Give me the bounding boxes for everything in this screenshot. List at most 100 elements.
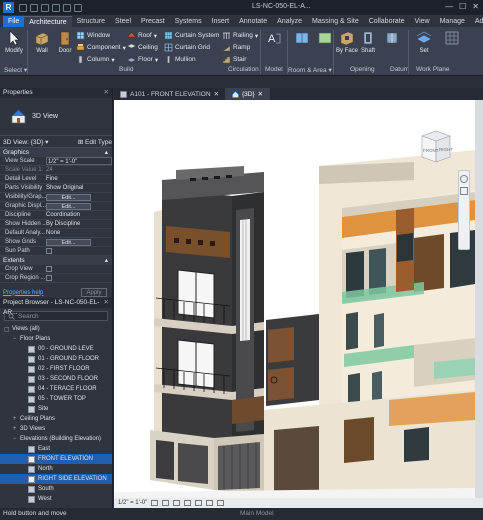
chevron-down-icon[interactable]: ▾ xyxy=(154,32,157,40)
close-icon[interactable]: ✕ xyxy=(104,88,109,98)
view-tab-front-elevation[interactable]: A101 - FRONT ELEVATION ✕ xyxy=(114,88,227,100)
edit-type-button[interactable]: ⊞ Edit Type xyxy=(78,138,112,146)
tree-toggle-icon[interactable]: − xyxy=(12,336,17,342)
panel-label-room-area[interactable]: Room & Area ▾ xyxy=(288,66,332,74)
curtain-system-button[interactable]: Curtain System xyxy=(164,30,219,41)
section-extents[interactable]: Extents ▴ xyxy=(0,256,112,265)
tree-toggle-icon[interactable]: − xyxy=(12,436,17,442)
sync-icon[interactable] xyxy=(41,3,49,12)
wall-opening-button[interactable] xyxy=(380,30,404,48)
tree-view-item[interactable]: 04 - TERACE FLOOR xyxy=(0,384,112,394)
model-text-button[interactable]: A xyxy=(262,30,286,48)
tree-view-item[interactable]: South xyxy=(0,484,112,494)
property-row[interactable]: Visibility/Grap... Edit... xyxy=(0,193,112,202)
tree-view-item[interactable]: 05 - TOWER TOP xyxy=(0,394,112,404)
tab-architecture[interactable]: Architecture xyxy=(24,16,72,27)
open-icon[interactable] xyxy=(19,3,27,12)
tab-collaborate[interactable]: Collaborate xyxy=(364,16,410,27)
tree-view-item[interactable]: FRONT ELEVATION xyxy=(0,454,112,464)
tree-view-item[interactable]: Site xyxy=(0,404,112,414)
visual-style-icon[interactable] xyxy=(162,500,170,506)
door-button[interactable]: Door xyxy=(53,30,77,54)
set-work-plane-button[interactable]: Set xyxy=(412,30,436,54)
shadows-icon[interactable] xyxy=(184,500,192,506)
sun-path-icon[interactable] xyxy=(173,500,181,506)
tree-view-item[interactable]: 01 - GROUND FLOOR xyxy=(0,354,112,364)
property-row[interactable]: Default Analy... None xyxy=(0,229,112,238)
type-selector[interactable]: 3D View xyxy=(0,98,112,136)
tab-annotate[interactable]: Annotate xyxy=(234,16,272,27)
section-graphics[interactable]: Graphics ▴ xyxy=(0,148,112,157)
tree-group-item[interactable]: − Elevations (Building Elevation) xyxy=(0,434,112,444)
tree-group-item[interactable]: +3D Views xyxy=(0,424,112,434)
view-instance-dropdown[interactable]: 3D View: {3D} ▾ xyxy=(3,138,75,146)
show-work-plane-button[interactable] xyxy=(440,30,464,48)
crop-view-icon[interactable] xyxy=(206,500,214,506)
view-scale[interactable]: 1/2" = 1'-0" xyxy=(118,500,147,506)
tree-view-item[interactable]: 03 - SECOND FLOOR xyxy=(0,374,112,384)
tree-group-item[interactable]: + Ceiling Plans xyxy=(0,414,112,424)
print-icon[interactable] xyxy=(74,3,82,12)
roof-button[interactable]: Roof ▾ xyxy=(127,30,157,41)
apply-button[interactable]: Apply xyxy=(81,288,107,297)
property-row[interactable]: Show Hidden ... By Discipline xyxy=(0,220,112,229)
active-model[interactable]: Main Model xyxy=(240,508,274,520)
railing-button[interactable]: Railing ▾ xyxy=(222,30,258,41)
ceiling-button[interactable]: Ceiling xyxy=(127,42,158,53)
steering-wheel-icon[interactable] xyxy=(460,175,468,183)
modify-button[interactable]: Modify xyxy=(2,30,26,54)
tree-group-item[interactable]: ▢ Views (all) xyxy=(0,324,112,334)
tab-manage[interactable]: Manage xyxy=(435,16,470,27)
save-icon[interactable] xyxy=(30,3,38,12)
shaft-button[interactable]: Shaft xyxy=(356,30,380,54)
tree-group-item[interactable]: − Floor Plans xyxy=(0,334,112,344)
show-grids-edit-button[interactable]: Edit... xyxy=(46,239,91,246)
3d-viewport[interactable]: FRONT RIGHT xyxy=(114,100,475,498)
property-row[interactable]: Show Grids Edit... xyxy=(0,238,112,247)
tab-systems[interactable]: Systems xyxy=(170,16,207,27)
tab-insert[interactable]: Insert xyxy=(207,16,235,27)
undo-icon[interactable] xyxy=(52,3,60,12)
property-row[interactable]: Discipline Coordination xyxy=(0,211,112,220)
close-button[interactable]: ✕ xyxy=(472,2,479,11)
browser-search-input[interactable]: Search xyxy=(4,311,108,321)
window-button[interactable]: Window xyxy=(76,30,110,41)
crop-view-checkbox[interactable] xyxy=(46,266,52,272)
property-row[interactable]: Sun Path xyxy=(0,247,112,256)
tab-analyze[interactable]: Analyze xyxy=(272,16,307,27)
property-row[interactable]: Parts Visibility Show Original xyxy=(0,184,112,193)
visibility-graphics-edit-button[interactable]: Edit... xyxy=(46,194,91,201)
tab-view[interactable]: View xyxy=(410,16,435,27)
component-button[interactable]: Component ▾ xyxy=(76,42,126,53)
close-icon[interactable]: ✕ xyxy=(104,298,109,308)
panel-label-select[interactable]: Select ▾ xyxy=(4,66,27,74)
tab-file[interactable]: File xyxy=(3,16,25,27)
mullion-button[interactable]: Mullion xyxy=(164,54,196,65)
revit-logo-icon[interactable]: R xyxy=(3,2,14,13)
property-row[interactable]: Detail Level Fine xyxy=(0,175,112,184)
chevron-down-icon[interactable]: ▾ xyxy=(255,32,258,40)
property-row[interactable]: Crop Region ... xyxy=(0,274,112,283)
tab-add-ins[interactable]: Add-Ins xyxy=(470,16,483,27)
tree-view-item[interactable]: RIGHT SIDE ELEVATION xyxy=(0,474,112,484)
chevron-down-icon[interactable]: ▾ xyxy=(123,44,126,52)
render-icon[interactable] xyxy=(195,500,203,506)
tree-view-item[interactable]: 00 - GROUND LEVE xyxy=(0,344,112,354)
property-row[interactable]: Crop View xyxy=(0,265,112,274)
tab-massing-site[interactable]: Massing & Site xyxy=(307,16,364,27)
properties-help-link[interactable]: Properties help xyxy=(3,290,43,296)
floor-button[interactable]: Floor ▾ xyxy=(127,54,158,65)
tree-toggle-icon[interactable]: ▢ xyxy=(4,326,10,333)
chevron-down-icon[interactable]: ▾ xyxy=(155,56,158,64)
tab-structure[interactable]: Structure xyxy=(72,16,110,27)
property-row[interactable]: View Scale 1/2" = 1'-0" xyxy=(0,157,112,166)
column-button[interactable]: Column ▾ xyxy=(76,54,115,65)
close-tab-icon[interactable]: ✕ xyxy=(214,90,219,98)
tree-view-item[interactable]: West xyxy=(0,494,112,504)
tree-view-item[interactable]: North xyxy=(0,464,112,474)
minimize-button[interactable]: — xyxy=(445,2,453,11)
temporary-hide-icon[interactable] xyxy=(217,500,225,506)
sun-path-checkbox[interactable] xyxy=(46,248,52,254)
maximize-button[interactable]: ☐ xyxy=(459,2,466,11)
property-row[interactable]: Graphic Displ... Edit... xyxy=(0,202,112,211)
